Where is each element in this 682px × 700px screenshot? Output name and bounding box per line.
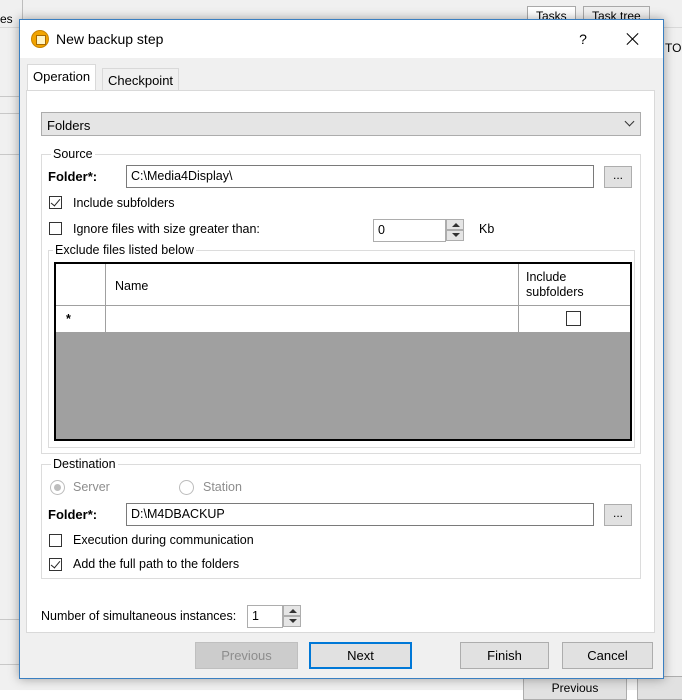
station-radio[interactable] bbox=[179, 480, 194, 495]
instances-label: Number of simultaneous instances: bbox=[41, 609, 237, 623]
size-unit: Kb bbox=[479, 222, 495, 236]
instances-stepper-input[interactable]: 1 bbox=[247, 605, 283, 628]
include-subfolders-label: Include subfolders bbox=[73, 196, 175, 210]
destination-browse-button[interactable]: ... bbox=[604, 504, 632, 526]
instances-increment-button[interactable] bbox=[283, 605, 301, 616]
new-backup-step-dialog: New backup step ? Operation Checkpoint F… bbox=[19, 19, 664, 679]
column-separator bbox=[105, 264, 106, 306]
cancel-button[interactable]: Cancel bbox=[562, 642, 653, 669]
app-icon bbox=[31, 30, 49, 48]
station-label: Station bbox=[203, 480, 242, 494]
background-next-button[interactable] bbox=[637, 676, 682, 700]
source-browse-button[interactable]: ... bbox=[604, 166, 632, 188]
arrow-up-icon bbox=[452, 223, 460, 227]
source-legend: Source bbox=[51, 147, 95, 161]
source-group: Source Folder*: C:\Media4Display\ ... In… bbox=[41, 147, 641, 454]
new-row-marker: * bbox=[66, 312, 71, 326]
server-label: Server bbox=[73, 480, 110, 494]
full-path-checkbox[interactable] bbox=[49, 558, 62, 571]
exclude-group: Exclude files listed below Name Include … bbox=[48, 243, 635, 448]
finish-button[interactable]: Finish bbox=[460, 642, 549, 669]
grid-header: Name Include subfolders bbox=[56, 264, 630, 306]
source-folder-label: Folder*: bbox=[48, 169, 98, 184]
title-bar: New backup step ? bbox=[20, 20, 663, 58]
destination-legend: Destination bbox=[51, 457, 118, 471]
exec-during-comm-checkbox[interactable] bbox=[49, 534, 62, 547]
ignore-size-checkbox[interactable] bbox=[49, 222, 62, 235]
background-left-text: es bbox=[0, 12, 13, 26]
close-button[interactable] bbox=[616, 22, 650, 56]
operation-type-select[interactable]: Folders bbox=[41, 112, 641, 136]
background-previous-button[interactable]: Previous bbox=[523, 676, 627, 700]
arrow-down-icon bbox=[289, 619, 297, 623]
source-folder-input[interactable]: C:\Media4Display\ bbox=[126, 165, 594, 188]
dialog-title: New backup step bbox=[56, 31, 164, 47]
full-path-label: Add the full path to the folders bbox=[73, 557, 240, 571]
arrow-up-icon bbox=[289, 609, 297, 613]
next-button[interactable]: Next bbox=[309, 642, 412, 669]
column-header-name[interactable]: Name bbox=[115, 279, 148, 293]
server-radio[interactable] bbox=[50, 480, 65, 495]
exclude-legend: Exclude files listed below bbox=[53, 243, 196, 257]
row-include-subfolders-checkbox[interactable] bbox=[566, 311, 581, 326]
tab-checkpoint[interactable]: Checkpoint bbox=[102, 68, 180, 92]
include-subfolders-checkbox[interactable] bbox=[49, 196, 62, 209]
arrow-down-icon bbox=[452, 233, 460, 237]
operation-tab-panel: Folders Source Folder*: C:\Media4Display… bbox=[26, 90, 655, 633]
destination-group: Destination Server Station Folder*: D:\M… bbox=[41, 457, 641, 579]
background-right-text: TO bbox=[665, 41, 682, 55]
destination-folder-input[interactable]: D:\M4DBACKUP bbox=[126, 503, 594, 526]
operation-type-value: Folders bbox=[47, 118, 91, 133]
size-increment-button[interactable] bbox=[446, 219, 464, 230]
new-row[interactable]: * bbox=[56, 306, 630, 333]
destination-folder-label: Folder*: bbox=[48, 507, 98, 522]
column-separator bbox=[105, 306, 106, 333]
column-separator bbox=[518, 264, 519, 306]
previous-button[interactable]: Previous bbox=[195, 642, 298, 669]
exec-during-comm-label: Execution during communication bbox=[73, 533, 254, 547]
column-header-include-subfolders[interactable]: Include subfolders bbox=[526, 270, 606, 300]
exclude-grid[interactable]: Name Include subfolders * bbox=[54, 262, 632, 441]
size-stepper-input[interactable]: 0 bbox=[373, 219, 446, 242]
ignore-size-label: Ignore files with size greater than: bbox=[73, 222, 260, 236]
chevron-down-icon bbox=[624, 116, 635, 127]
column-separator bbox=[518, 306, 519, 333]
tab-operation[interactable]: Operation bbox=[27, 64, 97, 90]
help-button[interactable]: ? bbox=[566, 22, 600, 56]
instances-decrement-button[interactable] bbox=[283, 616, 301, 627]
size-decrement-button[interactable] bbox=[446, 230, 464, 241]
